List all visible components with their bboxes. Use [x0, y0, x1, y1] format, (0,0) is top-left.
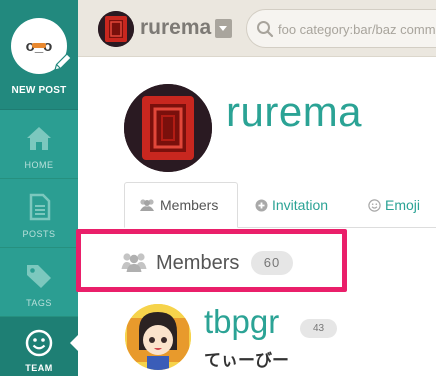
tab-emoji[interactable]: Emoji [368, 182, 420, 228]
sidebar-item-home[interactable]: HOME [0, 111, 78, 179]
team-avatar-small[interactable] [98, 11, 134, 47]
member-post-count-badge: 43 [300, 319, 337, 338]
document-icon [29, 193, 51, 221]
search-icon [257, 21, 274, 38]
new-post-button[interactable]: o_o NEW POST [0, 0, 78, 110]
new-post-label: NEW POST [11, 85, 67, 96]
plus-circle-icon [255, 199, 268, 211]
team-avatar [124, 84, 212, 172]
tab-label: Members [160, 197, 219, 213]
member-display-name: てぃーびー [204, 351, 289, 370]
tab-label: Invitation [272, 197, 329, 213]
sidebar-item-label: TAGS [26, 298, 52, 308]
home-icon [27, 127, 51, 150]
sidebar-item-tags[interactable]: TAGS [0, 249, 78, 317]
sidebar: o_o NEW POST HOME POSTS [0, 0, 78, 376]
search-input[interactable] [278, 19, 436, 39]
team-title: rurema [226, 88, 363, 135]
app-root: o_o NEW POST HOME POSTS [0, 0, 436, 376]
active-indicator [70, 334, 79, 352]
users-icon [140, 199, 154, 211]
team-switcher-name[interactable]: rurema [140, 16, 211, 40]
pencil-icon [54, 53, 72, 71]
tab-label: Emoji [385, 197, 421, 213]
sidebar-item-label: TEAM [25, 363, 53, 373]
tab-members[interactable]: Members [124, 182, 238, 228]
sidebar-item-label: POSTS [22, 229, 56, 239]
smiley-icon [368, 198, 381, 212]
sidebar-item-posts[interactable]: POSTS [0, 180, 78, 248]
team-switcher-dropdown[interactable] [215, 19, 232, 38]
highlight-box [76, 229, 347, 292]
smiley-icon [25, 329, 53, 357]
sidebar-item-team[interactable]: TEAM [0, 317, 78, 376]
avatar[interactable] [125, 304, 191, 370]
sidebar-item-label: HOME [24, 160, 54, 170]
tags-icon [27, 265, 51, 288]
member-handle[interactable]: tbpgr [204, 303, 279, 341]
search-box[interactable] [246, 9, 436, 48]
topbar: rurema [78, 0, 436, 57]
tab-invitation[interactable]: Invitation [255, 182, 328, 228]
